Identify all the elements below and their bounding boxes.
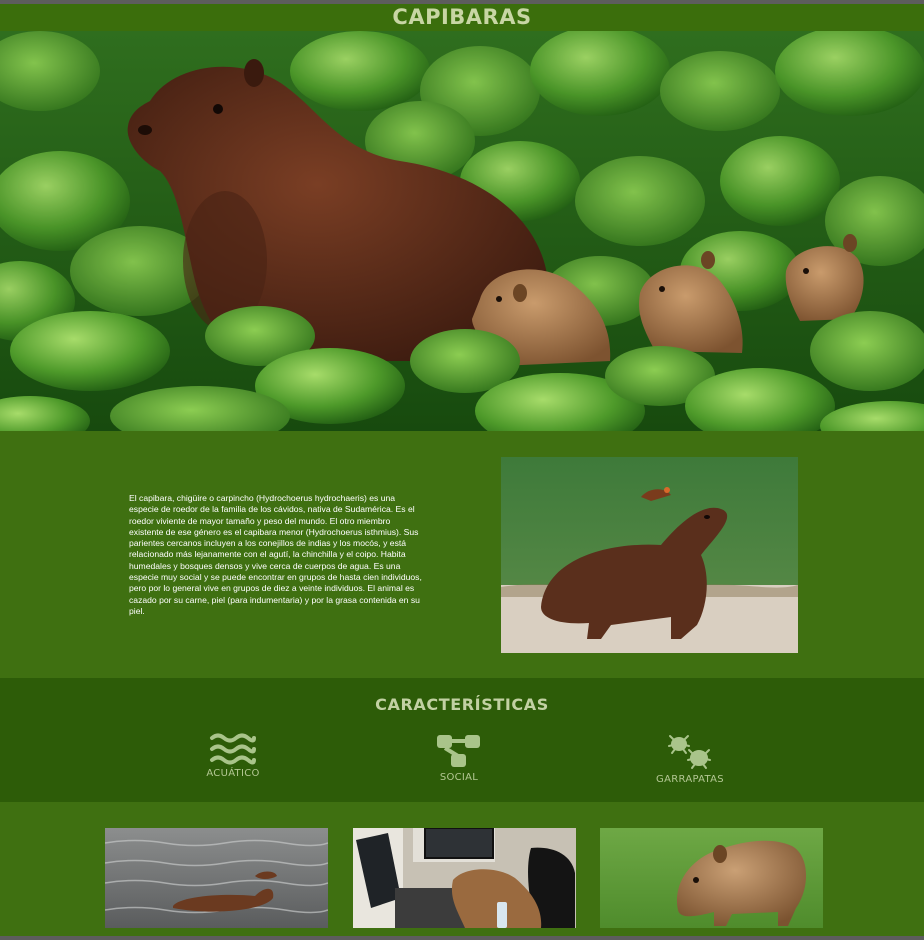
intro-text: El capibara, chigüire o carpincho (Hydro…: [129, 493, 422, 616]
intro-section: El capibara, chigüire o carpincho (Hydro…: [0, 431, 924, 678]
capybara-bird-photo: [501, 457, 798, 653]
site-header: CAPIBARAS: [0, 4, 924, 31]
features-section: CARACTERÍSTICAS ACUÁTICO SOCIAL GARRAPAT…: [0, 678, 924, 802]
features-title: CARACTERÍSTICAS: [375, 695, 549, 714]
feature-ticks: GARRAPATAS: [620, 732, 760, 785]
gallery-photo-swimming: [105, 828, 328, 928]
bottom-border: [0, 936, 924, 940]
gallery-photo-office: [353, 828, 576, 928]
gallery-photo-grass: [600, 828, 823, 928]
feature-label: SOCIAL: [439, 772, 479, 783]
feature-social: SOCIAL: [389, 732, 529, 783]
feature-label: GARRAPATAS: [656, 774, 724, 785]
feature-aquatic: ACUÁTICO: [163, 732, 303, 779]
feature-label: ACUÁTICO: [206, 768, 260, 779]
photo-gallery: [0, 802, 924, 940]
network-icon: [437, 735, 480, 767]
hero-image: [0, 31, 924, 431]
page: CAPIBARAS El capibara, chigüire o carpin…: [0, 0, 924, 940]
ticks-icon: [668, 735, 711, 769]
page-title: CAPIBARAS: [392, 5, 532, 29]
water-waves-icon: [210, 733, 256, 765]
